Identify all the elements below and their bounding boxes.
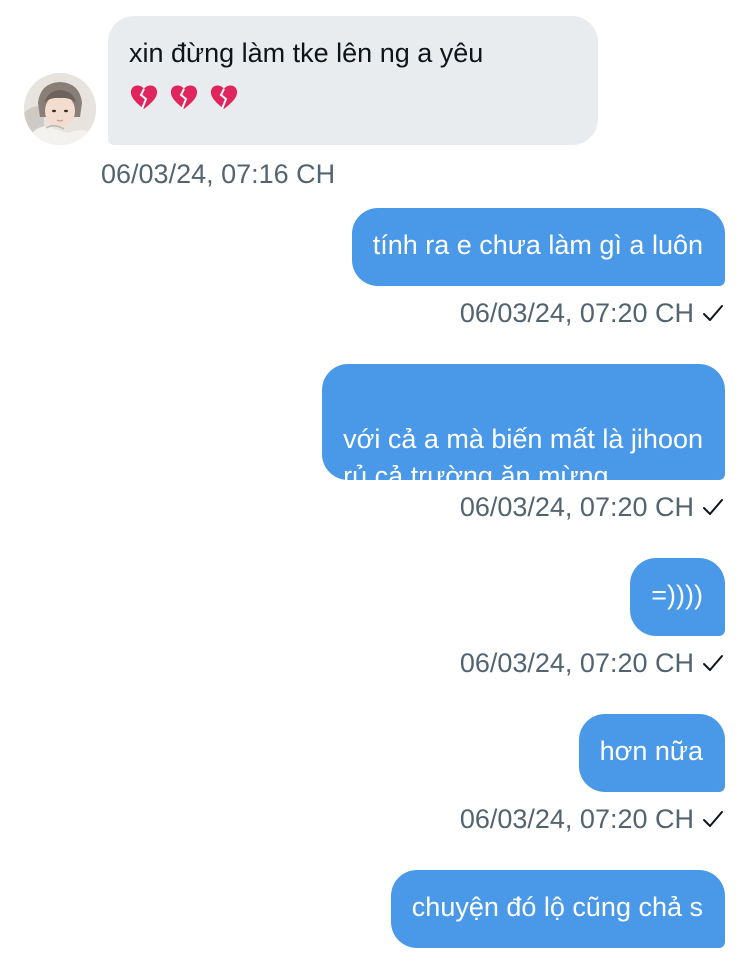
sent-check-icon [703,811,723,827]
broken-heart-icon [130,85,158,110]
message-timestamp: 06/03/24, 07:20 CH [459,492,694,522]
incoming-message-bubble[interactable]: xin đừng làm tke lên ng a yêu [108,16,598,145]
outgoing-message-bubble[interactable]: tính ra e chưa làm gì a luôn [351,208,725,286]
outgoing-message-text: =)))) [651,580,703,610]
message-timestamp: 06/03/24, 07:16 CH [101,159,336,189]
sent-check-icon [703,655,723,671]
broken-heart-icon [210,85,238,110]
message-timestamp-row: 06/03/24, 07:20 CH [460,803,724,835]
conversation-thread: xin đừng làm tke lên ng a yêu 06/03/24, … [0,0,750,963]
avatar[interactable] [24,73,96,145]
message-timestamp-row: 06/03/24, 07:20 CH [460,491,724,523]
message-timestamp-row: 06/03/24, 07:20 CH [460,297,724,329]
outgoing-message-bubble[interactable]: với cả a mà biến mất là jihoon rủ cả trư… [322,364,725,491]
outgoing-message-text: hơn nữa [599,736,703,766]
message-timestamp: 06/03/24, 07:20 CH [459,298,694,328]
outgoing-message-text: với cả a mà biến mất là jihoon rủ cả trư… [343,424,703,491]
outgoing-message-bubble[interactable]: chuyện đó lộ cũng chả s [390,870,725,948]
avatar-photo [24,73,96,145]
sent-check-icon [703,305,723,321]
message-timestamp: 06/03/24, 07:20 CH [459,648,694,678]
broken-heart-icon [170,85,198,110]
outgoing-message-bubble[interactable]: hơn nữa [578,714,725,792]
incoming-message-text: xin đừng làm tke lên ng a yêu [129,38,484,68]
outgoing-message-text: tính ra e chưa làm gì a luôn [372,230,703,260]
message-timestamp-row: 06/03/24, 07:20 CH [460,647,724,679]
outgoing-message-text: chuyện đó lộ cũng chả s [411,892,703,922]
message-timestamp: 06/03/24, 07:20 CH [459,804,694,834]
sent-check-icon [703,499,723,515]
outgoing-message-bubble[interactable]: =)))) [630,558,725,636]
emoji-row [129,83,578,111]
